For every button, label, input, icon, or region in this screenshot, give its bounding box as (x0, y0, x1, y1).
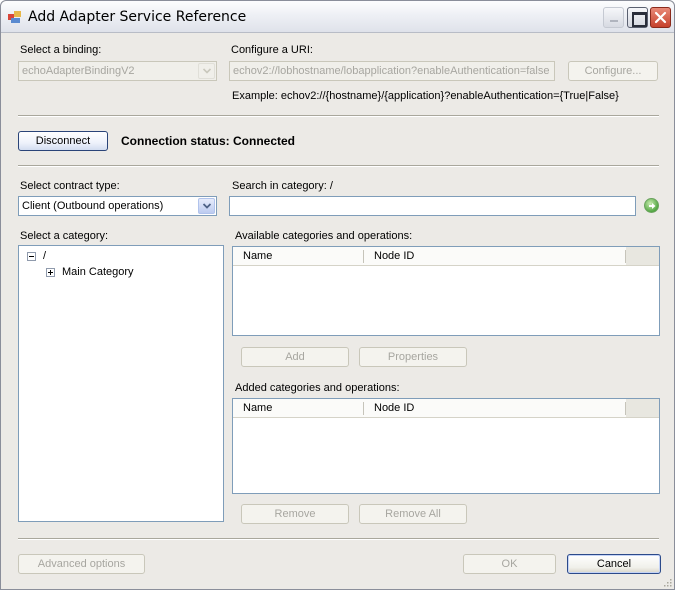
tree-node-label: Main Category (62, 266, 134, 278)
add-button[interactable]: Add (241, 347, 349, 367)
expand-icon[interactable] (46, 268, 55, 277)
tree-node-label: / (43, 250, 47, 262)
window-title: Add Adapter Service Reference (28, 9, 247, 25)
app-icon (8, 11, 21, 23)
minimize-button[interactable] (603, 7, 624, 28)
header-filler (626, 399, 659, 417)
separator (18, 165, 659, 167)
configure-button[interactable]: Configure... (568, 61, 658, 81)
column-header-name[interactable]: Name (243, 402, 272, 414)
remove-all-button[interactable]: Remove All (359, 504, 467, 524)
contract-type-dropdown-button[interactable] (198, 198, 215, 214)
uri-example: Example: echov2://{hostname}/{applicatio… (232, 90, 619, 102)
chevron-down-icon (203, 203, 211, 209)
available-list[interactable]: Name Node ID (232, 246, 660, 336)
add-adapter-service-reference-dialog: Add Adapter Service Reference Select a b… (0, 0, 675, 590)
category-label: Select a category: (20, 230, 109, 242)
close-button[interactable] (650, 7, 671, 28)
contract-type-value: Client (Outbound operations) (22, 200, 164, 212)
category-tree[interactable]: / Main Category (18, 245, 224, 522)
binding-value: echoAdapterBindingV2 (22, 65, 135, 77)
close-icon (654, 11, 667, 24)
advanced-options-button[interactable]: Advanced options (18, 554, 145, 574)
added-label: Added categories and operations: (235, 382, 400, 394)
separator (18, 115, 659, 117)
search-label: Search in category: / (232, 180, 333, 192)
contract-type-select[interactable]: Client (Outbound operations) (18, 196, 217, 216)
column-header-name[interactable]: Name (243, 250, 272, 262)
uri-input[interactable]: echov2://lobhostname/lobapplication?enab… (229, 61, 555, 81)
available-label: Available categories and operations: (235, 230, 413, 242)
maximize-button[interactable] (627, 7, 648, 28)
contract-type-label: Select contract type: (20, 180, 120, 192)
column-header-node-id[interactable]: Node ID (374, 250, 414, 262)
column-divider[interactable] (363, 250, 364, 263)
connection-status: Connection status: Connected (121, 134, 296, 148)
cancel-button[interactable]: Cancel (567, 554, 661, 574)
chevron-down-icon (203, 68, 211, 74)
separator (18, 538, 659, 540)
column-divider[interactable] (363, 402, 364, 415)
go-arrow-icon[interactable] (644, 198, 659, 213)
title-bar[interactable]: Add Adapter Service Reference (1, 1, 674, 33)
ok-button[interactable]: OK (463, 554, 556, 574)
collapse-icon[interactable] (27, 252, 36, 261)
remove-button[interactable]: Remove (241, 504, 349, 524)
search-input[interactable] (229, 196, 636, 216)
binding-dropdown-button[interactable] (198, 63, 215, 79)
binding-select[interactable]: echoAdapterBindingV2 (18, 61, 217, 81)
added-list[interactable]: Name Node ID (232, 398, 660, 494)
binding-label: Select a binding: (20, 44, 102, 56)
disconnect-button[interactable]: Disconnect (18, 131, 108, 151)
resize-grip-icon[interactable] (662, 577, 672, 587)
header-filler (626, 247, 659, 265)
uri-value: echov2://lobhostname/lobapplication?enab… (233, 65, 550, 77)
column-header-node-id[interactable]: Node ID (374, 402, 414, 414)
added-list-header: Name Node ID (233, 399, 659, 418)
uri-label: Configure a URI: (231, 44, 313, 56)
available-list-header: Name Node ID (233, 247, 659, 266)
properties-button[interactable]: Properties (359, 347, 467, 367)
